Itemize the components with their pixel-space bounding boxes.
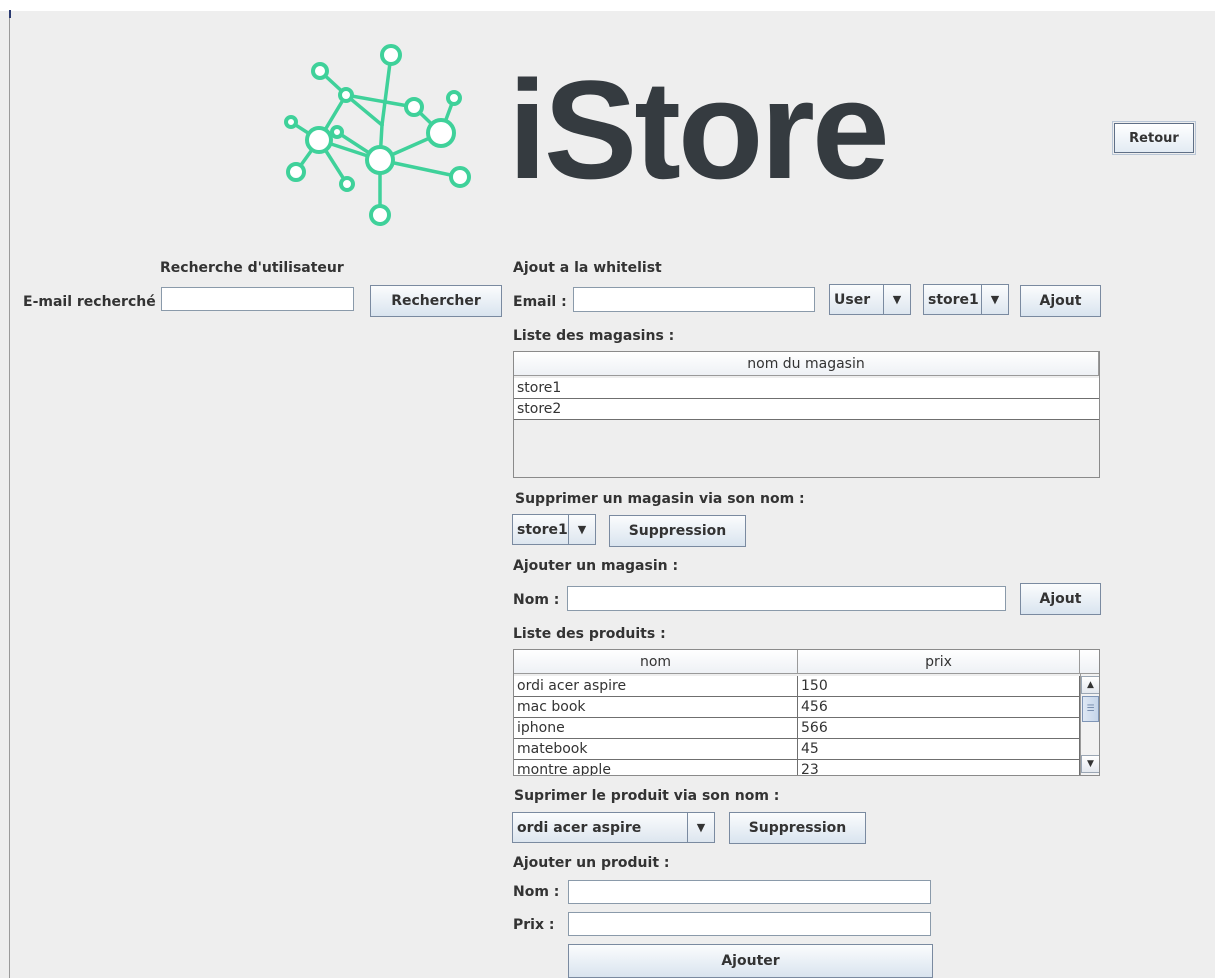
whitelist-store-value: store1 bbox=[928, 291, 979, 308]
user-search-email-label: E-mail recherché bbox=[23, 294, 156, 310]
app-logo-text: iStore bbox=[508, 51, 890, 208]
store-name-cell: store1 bbox=[517, 380, 562, 396]
products-header-corner bbox=[1080, 650, 1099, 674]
scroll-down-arrow-icon[interactable]: ▼ bbox=[1081, 755, 1099, 773]
stores-column-header[interactable]: nom du magasin bbox=[514, 352, 1099, 376]
product-name-cell: mac book bbox=[514, 697, 798, 717]
whitelist-role-value: User bbox=[834, 291, 871, 308]
delete-product-button[interactable]: Suppression bbox=[729, 812, 866, 844]
product-name-cell: iphone bbox=[514, 718, 798, 738]
add-product-price-input[interactable] bbox=[568, 912, 931, 936]
scroll-up-arrow-icon[interactable]: ▲ bbox=[1081, 676, 1099, 694]
window-top-edge bbox=[0, 0, 1215, 11]
whitelist-role-select[interactable]: User ▼ bbox=[829, 284, 911, 315]
search-user-button[interactable]: Rechercher bbox=[370, 285, 502, 317]
delete-store-button[interactable]: Suppression bbox=[609, 515, 746, 547]
products-column-nom[interactable]: nom bbox=[514, 650, 798, 674]
chevron-down-icon: ▼ bbox=[568, 515, 595, 544]
delete-product-title: Suprimer le produit via son nom : bbox=[514, 788, 780, 804]
stores-list-title: Liste des magasins : bbox=[513, 328, 675, 344]
table-row[interactable]: iphone 566 bbox=[514, 718, 1080, 739]
products-table[interactable]: nom prix ordi acer aspire 150 mac book 4… bbox=[513, 649, 1100, 776]
add-store-title: Ajouter un magasin : bbox=[513, 558, 679, 574]
window-corner-mark bbox=[9, 10, 11, 18]
chevron-down-icon: ▼ bbox=[883, 285, 910, 314]
add-product-price-label: Prix : bbox=[513, 917, 555, 933]
store-name-cell: store2 bbox=[517, 401, 562, 417]
add-product-button[interactable]: Ajouter bbox=[568, 944, 933, 978]
table-row[interactable]: ordi acer aspire 150 bbox=[514, 676, 1080, 697]
add-store-button[interactable]: Ajout bbox=[1020, 583, 1101, 615]
table-row[interactable]: store1 bbox=[514, 378, 1099, 399]
back-button[interactable]: Retour bbox=[1112, 121, 1196, 155]
delete-store-title: Supprimer un magasin via son nom : bbox=[515, 491, 805, 507]
add-store-name-label: Nom : bbox=[513, 592, 560, 608]
products-column-prix[interactable]: prix bbox=[798, 650, 1080, 674]
whitelist-email-label: Email : bbox=[513, 294, 567, 310]
delete-store-value: store1 bbox=[517, 521, 568, 538]
window-left-border bbox=[9, 11, 10, 978]
product-name-cell: matebook bbox=[514, 739, 798, 759]
whitelist-email-input[interactable] bbox=[573, 287, 815, 312]
product-price-cell: 566 bbox=[798, 718, 1080, 738]
table-row[interactable]: matebook 45 bbox=[514, 739, 1080, 760]
user-search-email-input[interactable] bbox=[161, 287, 354, 311]
table-row[interactable]: mac book 456 bbox=[514, 697, 1080, 718]
user-search-title: Recherche d'utilisateur bbox=[160, 260, 344, 276]
product-price-cell: 23 bbox=[798, 760, 1080, 775]
product-price-cell: 456 bbox=[798, 697, 1080, 717]
table-row[interactable]: store2 bbox=[514, 399, 1099, 420]
chevron-down-icon: ▼ bbox=[981, 285, 1008, 314]
scroll-thumb[interactable]: ☰ bbox=[1082, 696, 1099, 722]
products-scrollbar[interactable]: ▲ ☰ ▼ bbox=[1080, 674, 1099, 775]
whitelist-add-button[interactable]: Ajout bbox=[1020, 285, 1101, 317]
product-price-cell: 45 bbox=[798, 739, 1080, 759]
delete-product-value: ordi acer aspire bbox=[517, 819, 642, 836]
table-row[interactable]: montre apple 23 bbox=[514, 760, 1080, 775]
add-product-name-label: Nom : bbox=[513, 884, 560, 900]
products-list-title: Liste des produits : bbox=[513, 626, 666, 642]
add-store-name-input[interactable] bbox=[567, 586, 1006, 611]
product-name-cell: ordi acer aspire bbox=[514, 676, 798, 696]
delete-store-select[interactable]: store1 ▼ bbox=[512, 514, 596, 545]
delete-product-select[interactable]: ordi acer aspire ▼ bbox=[512, 812, 715, 843]
product-price-cell: 150 bbox=[798, 676, 1080, 696]
stores-table[interactable]: nom du magasin store1 store2 bbox=[513, 351, 1100, 478]
whitelist-title: Ajout a la whitelist bbox=[513, 260, 662, 276]
network-logo-icon bbox=[284, 44, 471, 226]
add-product-title: Ajouter un produit : bbox=[513, 855, 670, 871]
add-product-name-input[interactable] bbox=[568, 880, 931, 904]
chevron-down-icon: ▼ bbox=[687, 813, 714, 842]
whitelist-store-select[interactable]: store1 ▼ bbox=[923, 284, 1009, 315]
product-name-cell: montre apple bbox=[514, 760, 798, 775]
